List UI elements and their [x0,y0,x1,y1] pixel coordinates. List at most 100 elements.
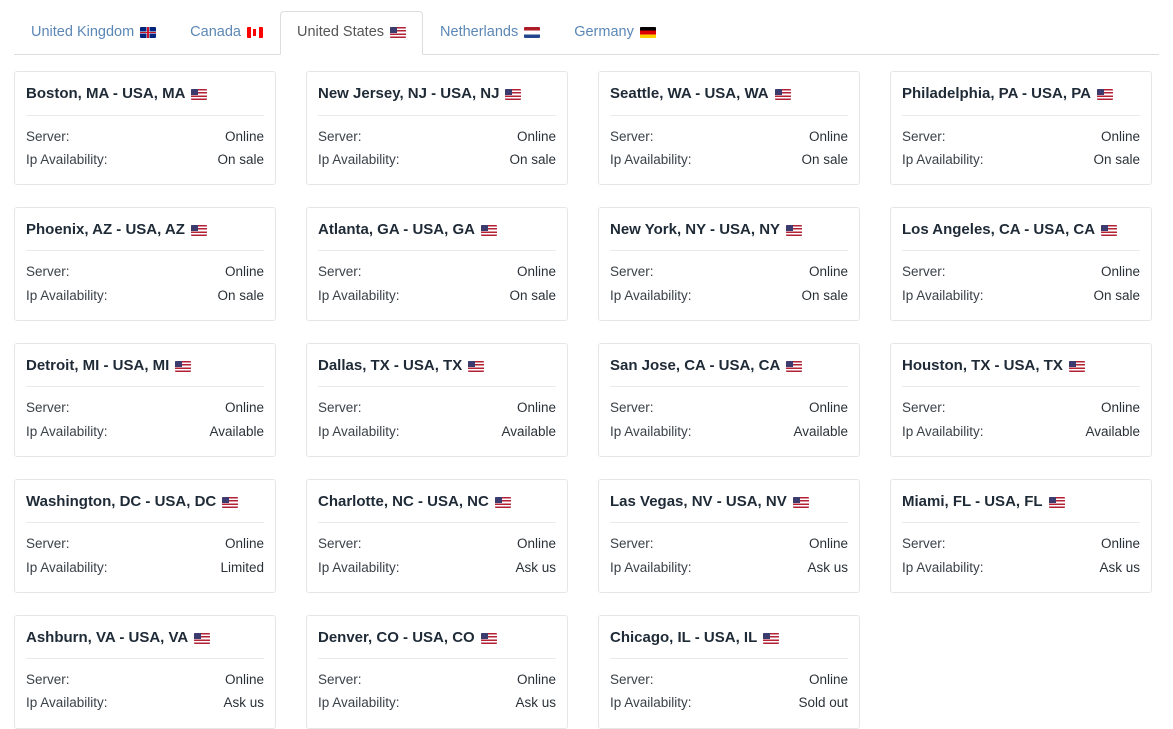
location-card[interactable]: Charlotte, NC - USA, NC Server: Online Ip A… [306,478,568,593]
tab-label: Canada [190,24,241,41]
location-card-title: Miami, FL - USA, FL [902,492,1140,523]
server-status-value: Online [224,128,264,144]
flag-icon-usa [194,632,211,644]
tab-united-states[interactable]: United States [279,11,424,55]
flag-icon-usa [505,89,522,100]
server-label: Server: [610,128,654,144]
tab-united-kingdom[interactable]: United Kingdom [14,11,173,55]
ip-availability-label: Ip Availability: [610,423,692,439]
server-row: Server: Online [26,125,264,148]
flag-icon-usa [1096,89,1113,100]
location-name: Los Angeles, CA - USA, CA [902,220,1096,238]
ip-availability-label: Ip Availability: [902,151,984,167]
tab-canada[interactable]: Canada [173,11,280,55]
card-divider [318,522,556,524]
location-card[interactable]: San Jose, CA - USA, CA Server: Online Ip Av… [598,342,860,457]
ip-availability-label: Ip Availability: [610,151,692,167]
ip-availability-row: Ip Availability: Limited [26,556,264,579]
tab-link[interactable]: United States [279,11,424,55]
ip-availability-value: Limited [220,559,264,575]
ip-availability-label: Ip Availability: [318,559,400,575]
server-label: Server: [902,128,946,144]
flag-icon-usa [786,224,803,236]
location-card[interactable]: Houston, TX - USA, TX Server: Online Ip Ava… [890,342,1152,457]
flag-icon-usa [191,89,208,100]
server-label: Server: [610,536,654,552]
card-divider [902,250,1140,252]
server-status-value: Online [516,128,556,144]
location-card-title: Phoenix, AZ - USA, AZ [26,220,264,251]
location-card[interactable]: Ashburn, VA - USA, VA Server: Online Ip Ava… [14,614,276,729]
ip-availability-label: Ip Availability: [26,287,108,303]
ip-availability-value: On sale [801,151,848,167]
flag-icon-usa [792,496,809,508]
ip-availability-value: Available [209,423,264,439]
location-card[interactable]: Philadelphia, PA - USA, PA Server: Online I… [890,71,1152,185]
location-card[interactable]: Seattle, WA - USA, WA Server: Online Ip Ava… [598,71,860,185]
location-card-title: Boston, MA - USA, MA [26,84,264,115]
ip-availability-value: On sale [509,287,556,303]
location-name: Chicago, IL - USA, IL [610,628,758,646]
location-card[interactable]: Los Angeles, CA - USA, CA Server: Online Ip… [890,206,1152,321]
location-name: New York, NY - USA, NY [610,220,781,238]
card-divider [610,522,848,524]
location-card[interactable]: Phoenix, AZ - USA, AZ Server: Online Ip Ava… [14,206,276,321]
location-card[interactable]: Dallas, TX - USA, TX Server: Online Ip Avai… [306,342,568,457]
location-card[interactable]: Miami, FL - USA, FL Server: Online Ip Avail… [890,478,1152,593]
ip-availability-row: Ip Availability: Available [902,420,1140,443]
flag-icon-uk [140,27,157,39]
server-row: Server: Online [610,668,848,691]
server-status-value: Online [1100,536,1140,552]
location-card[interactable]: Washington, DC - USA, DC Server: Online Ip … [14,478,276,593]
server-label: Server: [318,128,362,144]
location-card[interactable]: Denver, CO - USA, CO Server: Online Ip Avai… [306,614,568,729]
tab-link[interactable]: Canada [173,11,280,55]
location-name: Las Vegas, NV - USA, NV [610,492,787,510]
tab-germany[interactable]: Germany [557,11,673,55]
location-card-grid: Boston, MA - USA, MA Server: Online Ip Avai… [0,55,1173,729]
location-name: Detroit, MI - USA, MI [26,356,170,374]
location-card[interactable]: New Jersey, NJ - USA, NJ Server: Online Ip … [306,71,568,185]
location-card[interactable]: Detroit, MI - USA, MI Server: Online Ip Ava… [14,342,276,457]
ip-availability-row: Ip Availability: On sale [902,148,1140,171]
location-card-title: Charlotte, NC - USA, NC [318,492,556,523]
location-card[interactable]: Atlanta, GA - USA, GA Server: Online Ip Ava… [306,206,568,321]
ip-availability-value: On sale [801,287,848,303]
tab-label: Netherlands [440,24,519,41]
server-label: Server: [26,400,70,416]
ip-availability-label: Ip Availability: [902,423,984,439]
tab-link[interactable]: Netherlands [423,11,557,55]
tab-link[interactable]: Germany [557,11,673,55]
location-card-title: Ashburn, VA - USA, VA [26,628,264,659]
server-status-value: Online [516,264,556,280]
location-name: Seattle, WA - USA, WA [610,85,769,102]
location-card[interactable]: Chicago, IL - USA, IL Server: Online Ip Ava… [598,614,860,729]
ip-availability-label: Ip Availability: [26,423,108,439]
ip-availability-value: Ask us [1099,559,1140,575]
ip-availability-value: Ask us [515,559,556,575]
server-label: Server: [902,264,946,280]
ip-availability-label: Ip Availability: [902,287,984,303]
server-row: Server: Online [318,260,556,283]
tab-netherlands[interactable]: Netherlands [423,11,557,55]
ip-availability-value: On sale [1093,287,1140,303]
location-name: Ashburn, VA - USA, VA [26,628,189,646]
location-card[interactable]: New York, NY - USA, NY Server: Online Ip Av… [598,206,860,321]
server-status-value: Online [224,536,264,552]
flag-icon-usa [222,496,239,508]
tab-link[interactable]: United Kingdom [14,11,173,55]
flag-icon-netherlands [524,27,541,39]
ip-availability-row: Ip Availability: On sale [26,148,264,171]
ip-availability-row: Ip Availability: On sale [26,284,264,307]
location-card[interactable]: Las Vegas, NV - USA, NV Server: Online Ip A… [598,478,860,593]
location-card[interactable]: Boston, MA - USA, MA Server: Online Ip Avai… [14,71,276,185]
server-row: Server: Online [902,125,1140,148]
location-name: Atlanta, GA - USA, GA [318,220,475,238]
server-row: Server: Online [610,260,848,283]
server-status-value: Online [808,672,848,688]
location-card-title: Washington, DC - USA, DC [26,492,264,523]
card-divider [902,114,1140,116]
flag-icon-usa [1048,496,1065,508]
ip-availability-label: Ip Availability: [26,151,108,167]
ip-availability-row: Ip Availability: On sale [318,284,556,307]
